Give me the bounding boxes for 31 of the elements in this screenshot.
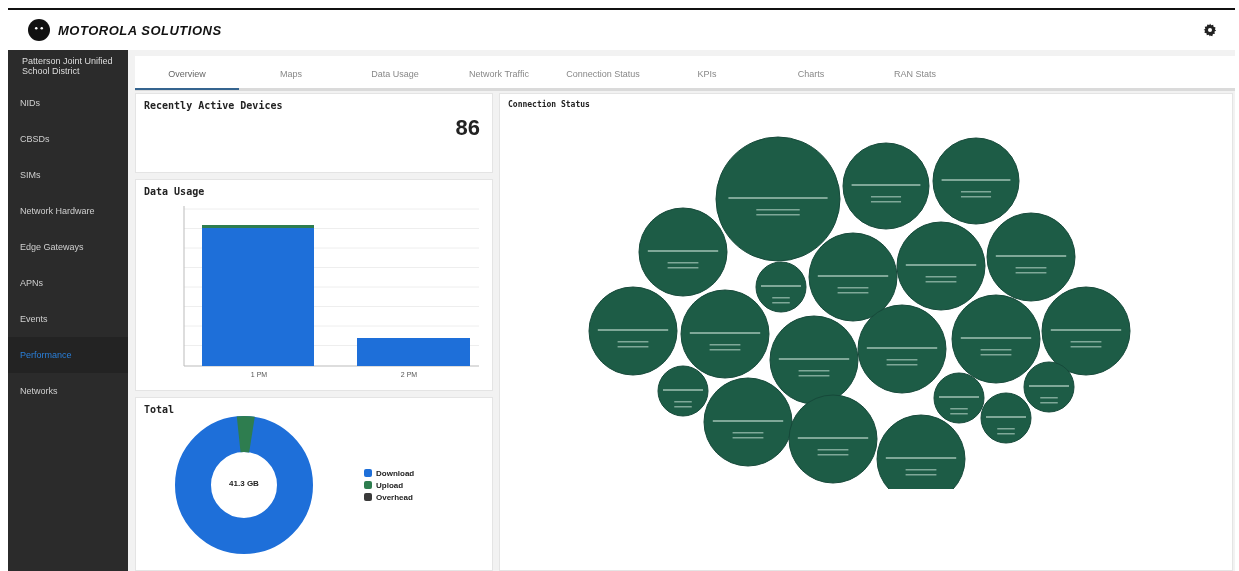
sidebar-item[interactable]: Edge Gateways — [8, 228, 128, 265]
sidebar-item[interactable]: CBSDs — [8, 120, 128, 157]
brand-name: MOTOROLA SOLUTIONS — [58, 22, 222, 38]
total-value: 41.3 GB — [228, 479, 260, 488]
sidebar-item[interactable]: Network Hardware — [8, 192, 128, 229]
legend-label: Download — [376, 468, 415, 478]
account-name: Patterson Joint Unified School District — [21, 55, 114, 79]
settings-icon[interactable] — [1203, 23, 1217, 37]
sidebar-item[interactable]: Performance — [8, 336, 128, 373]
tab[interactable]: Overview — [135, 63, 239, 90]
sidebar-item[interactable]: NIDs — [8, 84, 128, 121]
device-count: 86 — [455, 115, 480, 141]
card-title: Connection Status — [508, 100, 591, 109]
tab[interactable]: Maps — [239, 63, 343, 88]
sidebar-item[interactable]: Networks — [8, 372, 128, 409]
tab[interactable]: Data Usage — [343, 63, 447, 88]
sidebar-item[interactable]: SIMs — [8, 156, 128, 193]
legend-label: Upload — [376, 480, 404, 490]
tab[interactable]: RAN Stats — [863, 63, 967, 88]
tab[interactable]: Network Traffic — [447, 63, 551, 88]
logo-icon — [28, 19, 50, 41]
card-title: Data Usage — [144, 186, 206, 197]
legend-label: Overhead — [376, 492, 413, 502]
sidebar-item[interactable]: APNs — [8, 264, 128, 301]
tab[interactable]: KPIs — [655, 63, 759, 88]
card-title: Total — [144, 404, 176, 415]
sidebar-item[interactable]: Events — [8, 300, 128, 337]
tab[interactable]: Charts — [759, 63, 863, 88]
tab[interactable]: Connection Status — [551, 63, 655, 88]
card-title: Recently Active Devices — [144, 100, 284, 111]
bubble — [980, 392, 1032, 444]
